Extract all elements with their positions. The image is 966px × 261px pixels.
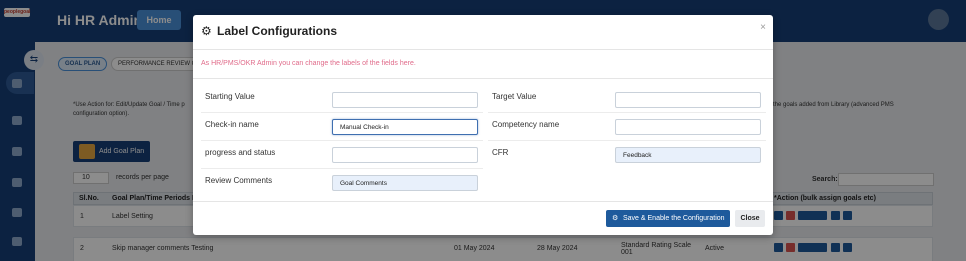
label-progress-and-status: progress and status xyxy=(205,148,276,157)
save-label: Save & Enable the Configuration xyxy=(623,215,725,222)
label-competency-name: Competency name xyxy=(492,120,560,129)
footer-divider xyxy=(193,201,773,202)
label-configurations-modal: ⚙ Label Configurations × As HR/PMS/OKR A… xyxy=(193,15,773,235)
row-divider xyxy=(201,140,483,141)
close-icon[interactable]: × xyxy=(760,22,766,33)
hint-divider xyxy=(193,78,773,79)
gear-icon: ⚙ xyxy=(612,215,619,222)
header-divider xyxy=(193,49,773,50)
save-enable-configuration-button[interactable]: ⚙ Save & Enable the Configuration xyxy=(606,210,730,227)
modal-title: Label Configurations xyxy=(217,24,337,38)
close-button[interactable]: Close xyxy=(735,210,765,227)
progress-and-status-field[interactable] xyxy=(332,147,478,163)
label-starting-value: Starting Value xyxy=(205,92,255,101)
starting-value-field[interactable] xyxy=(332,92,478,108)
label-target-value: Target Value xyxy=(492,92,537,101)
row-divider xyxy=(488,140,766,141)
label-review-comments: Review Comments xyxy=(205,176,273,185)
row-divider xyxy=(201,168,483,169)
modal-hint: As HR/PMS/OKR Admin you can change the l… xyxy=(201,60,416,67)
review-comments-field[interactable] xyxy=(332,175,478,191)
label-check-in-name: Check-in name xyxy=(205,120,259,129)
competency-name-field[interactable] xyxy=(615,119,761,135)
target-value-field[interactable] xyxy=(615,92,761,108)
check-in-name-field[interactable] xyxy=(332,119,478,135)
row-divider xyxy=(201,112,483,113)
gear-icon: ⚙ xyxy=(201,24,212,38)
label-cfr: CFR xyxy=(492,148,509,157)
cfr-field[interactable] xyxy=(615,147,761,163)
row-divider xyxy=(488,112,766,113)
